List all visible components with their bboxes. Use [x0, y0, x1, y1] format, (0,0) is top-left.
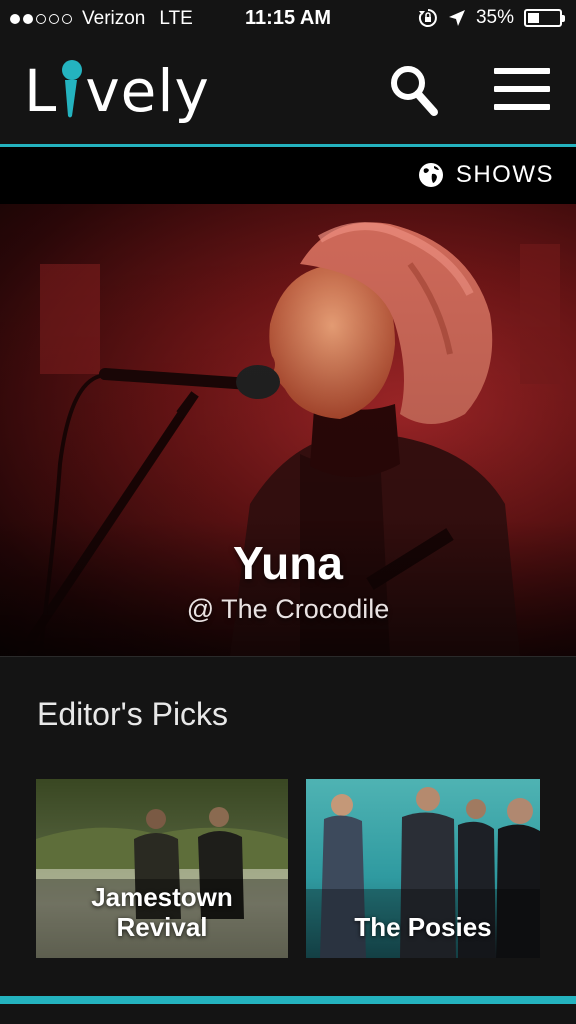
- shows-bar: SHOWS: [0, 147, 576, 204]
- featured-artist-name: Yuna: [233, 537, 343, 589]
- pick-card-jamestown-revival[interactable]: Jamestown Revival: [36, 779, 288, 958]
- battery-icon: [524, 9, 565, 27]
- pick-card-the-posies[interactable]: The Posies: [306, 779, 540, 958]
- pick-label: Jamestown Revival: [36, 882, 288, 942]
- microphone-logo-icon: [59, 58, 83, 120]
- shows-label: SHOWS: [455, 161, 554, 188]
- globe-icon: [418, 163, 443, 187]
- status-bar: Verizon LTE 11:15 AM 35%: [0, 0, 576, 38]
- pick-label-line1: Jamestown: [91, 882, 233, 912]
- location-arrow-icon: [448, 10, 465, 26]
- pick-label-line1: The Posies: [354, 912, 492, 942]
- logo-text-suffix: vely: [85, 57, 210, 125]
- menu-button[interactable]: [494, 68, 550, 112]
- featured-show-card[interactable]: Yuna @ The Crocodile: [0, 204, 576, 656]
- search-icon: [391, 66, 438, 116]
- featured-venue: @ The Crocodile: [186, 594, 390, 624]
- hamburger-menu-icon: [494, 68, 550, 110]
- shows-link[interactable]: SHOWS: [418, 161, 554, 189]
- section-divider: [0, 656, 576, 657]
- search-button[interactable]: [388, 62, 440, 118]
- lively-logo[interactable]: L vely: [24, 56, 210, 126]
- pick-label-line2: Revival: [116, 912, 208, 942]
- rotation-lock-icon: [418, 9, 437, 27]
- logo-text-prefix: L: [24, 57, 58, 125]
- bottom-accent-bar: [0, 996, 576, 1004]
- editors-picks-title: Editor's Picks: [37, 696, 229, 732]
- status-right: 35%: [418, 7, 565, 29]
- app-header: L vely: [0, 38, 576, 147]
- battery-percent: 35%: [475, 7, 514, 28]
- pick-label: The Posies: [306, 912, 540, 942]
